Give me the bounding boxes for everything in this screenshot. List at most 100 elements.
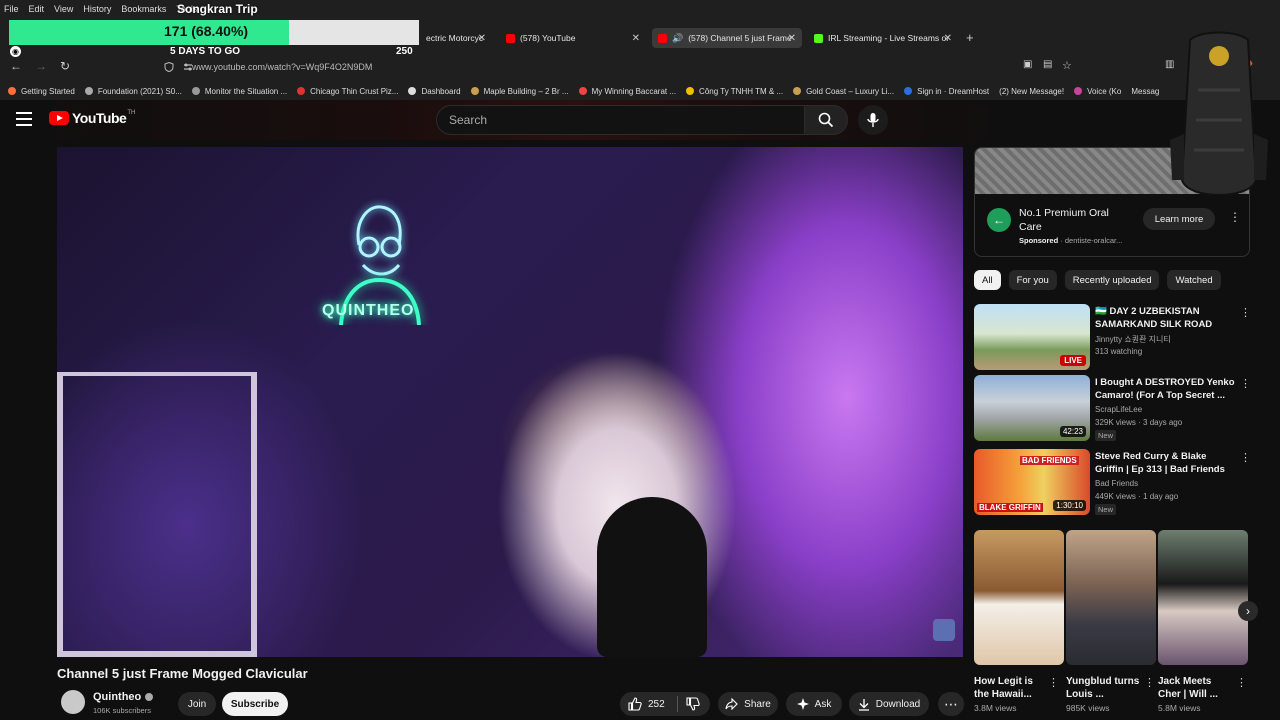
- new-badge: New: [1095, 504, 1117, 515]
- chip-for-you[interactable]: For you: [1008, 270, 1057, 290]
- close-icon[interactable]: ✕: [944, 33, 952, 44]
- kebab-menu-icon[interactable]: ⋮: [1144, 676, 1155, 689]
- tab-current-video[interactable]: 🔊 (578) Channel 5 just Frame ✕: [652, 28, 802, 48]
- youtube-favicon-icon: [506, 33, 515, 43]
- video-duration: 42:23: [1059, 426, 1086, 437]
- site-settings-icon[interactable]: [183, 62, 193, 72]
- picture-in-picture-icon[interactable]: ▣: [1023, 59, 1032, 70]
- reader-view-icon[interactable]: ▤: [1043, 59, 1052, 70]
- chip-recently-uploaded[interactable]: Recently uploaded: [1064, 270, 1160, 290]
- ad-sponsor-line: Sponsored · dentiste-oralcar...: [1019, 236, 1122, 245]
- download-button[interactable]: Download: [849, 692, 929, 716]
- tab-irl-streaming[interactable]: IRL Streaming - Live Streams or ✕: [808, 28, 958, 48]
- channel-name[interactable]: Jinnytty 쇼퀀좐 지니티: [1095, 334, 1171, 345]
- menu-icon[interactable]: [16, 112, 32, 126]
- search-icon: [818, 112, 834, 128]
- more-actions-icon[interactable]: ⋯: [938, 692, 964, 716]
- back-icon[interactable]: ←: [10, 59, 22, 73]
- recommended-video[interactable]: 42:23 I Bought A DESTROYED Yenko Camaro!…: [974, 375, 1251, 441]
- video-thumbnail[interactable]: BAD FRIENDS BLAKE GRIFFIN 1:30:10: [974, 449, 1090, 515]
- bookmark-star-icon[interactable]: ☆: [1062, 59, 1072, 72]
- bookmark-label: Foundation (2021) S0...: [97, 86, 182, 96]
- kick-favicon-icon: [814, 33, 823, 43]
- short-title[interactable]: Jack Meets Cher | Will ...: [1158, 675, 1232, 701]
- recommended-video[interactable]: BAD FRIENDS BLAKE GRIFFIN 1:30:10 Steve …: [974, 449, 1251, 515]
- share-icon: [725, 698, 738, 710]
- youtube-logo[interactable]: YouTube TH: [49, 110, 135, 126]
- chip-all[interactable]: All: [974, 270, 1001, 290]
- bookmark-item[interactable]: Monitor the Situation ...: [191, 83, 287, 99]
- like-count[interactable]: 252: [648, 699, 665, 710]
- thumbs-down-icon[interactable]: [686, 697, 700, 711]
- short-item[interactable]: Jack Meets Cher | Will ... 5.8M views ⋮: [1158, 530, 1248, 713]
- share-button[interactable]: Share: [718, 692, 778, 716]
- voice-search-button[interactable]: [858, 105, 888, 135]
- short-thumbnail[interactable]: [974, 530, 1064, 665]
- bookmark-item[interactable]: Voice (Ko: [1074, 83, 1121, 99]
- short-title[interactable]: How Legit is the Hawaii...: [974, 675, 1048, 701]
- kebab-menu-icon[interactable]: ⋮: [1236, 676, 1247, 689]
- tab-motorcycle[interactable]: ectric Motorcyc ✕: [420, 28, 492, 48]
- search-button[interactable]: [804, 105, 848, 135]
- kebab-menu-icon[interactable]: ⋮: [1240, 306, 1251, 319]
- bookmark-item[interactable]: My Winning Baccarat ...: [578, 83, 676, 99]
- bookmark-item[interactable]: Dashboard: [408, 83, 461, 99]
- join-button[interactable]: Join: [178, 692, 216, 716]
- short-title[interactable]: Yungblud turns Louis ...: [1066, 675, 1140, 701]
- like-divider: [676, 696, 678, 712]
- video-title[interactable]: I Bought A DESTROYED Yenko Camaro! (For …: [1095, 376, 1235, 402]
- bookmark-item[interactable]: Sign in · DreamHost: [904, 83, 989, 99]
- learn-more-button[interactable]: Learn more: [1143, 208, 1215, 230]
- bookmark-item[interactable]: Công Ty TNHH TM & ...: [686, 83, 783, 99]
- bookmark-item[interactable]: Chicago Thin Crust Piz...: [297, 83, 398, 99]
- bookmark-item[interactable]: Gold Coast – Luxury Li...: [793, 83, 894, 99]
- channel-watermark-icon[interactable]: [933, 619, 955, 641]
- search-box: [436, 105, 804, 135]
- close-icon[interactable]: ✕: [632, 33, 640, 44]
- kebab-menu-icon[interactable]: ⋮: [1229, 210, 1241, 224]
- short-thumbnail[interactable]: [1158, 530, 1248, 665]
- ad-title[interactable]: No.1 Premium Oral Care: [1019, 206, 1129, 234]
- channel-name[interactable]: Quintheo: [93, 691, 154, 703]
- thumbs-up-icon[interactable]: [628, 697, 642, 711]
- video-player[interactable]: QUINTHEO: [57, 147, 963, 657]
- neon-sign-text: QUINTHEO: [322, 302, 415, 319]
- bookmark-item[interactable]: Maple Building – 2 Br ...: [470, 83, 569, 99]
- kebab-menu-icon[interactable]: ⋮: [1240, 451, 1251, 464]
- ask-button[interactable]: Ask: [786, 692, 842, 716]
- video-title[interactable]: Steve Red Curry & Blake Griffin | Ep 313…: [1095, 450, 1235, 476]
- new-tab-button[interactable]: +: [966, 30, 974, 45]
- tab-youtube-home[interactable]: (578) YouTube ✕: [500, 28, 646, 48]
- bookmark-item[interactable]: Messag: [1131, 83, 1159, 99]
- short-item[interactable]: How Legit is the Hawaii... 3.8M views ⋮: [974, 530, 1064, 713]
- video-thumbnail[interactable]: LIVE: [974, 304, 1090, 370]
- close-icon[interactable]: ✕: [788, 33, 796, 44]
- channel-name[interactable]: ScrapLifeLee: [1095, 405, 1142, 414]
- recommended-video[interactable]: LIVE 🇺🇿 DAY 2 UZBEKISTAN SAMARKAND SILK …: [974, 304, 1251, 370]
- address-bar[interactable]: www.youtube.com/watch?v=Wq9F4O2N9DM: [158, 57, 1078, 77]
- shield-icon: [164, 62, 174, 72]
- chip-watched[interactable]: Watched: [1167, 270, 1221, 290]
- short-item[interactable]: Yungblud turns Louis ... 985K views ⋮: [1066, 530, 1156, 713]
- kebab-menu-icon[interactable]: ⋮: [1240, 377, 1251, 390]
- channel-avatar[interactable]: [61, 690, 85, 714]
- site-icon: [470, 87, 479, 95]
- kebab-menu-icon[interactable]: ⋮: [1048, 676, 1059, 689]
- chevron-right-icon[interactable]: ›: [1238, 601, 1258, 621]
- video-title[interactable]: 🇺🇿 DAY 2 UZBEKISTAN SAMARKAND SILK ROAD …: [1095, 305, 1235, 332]
- forward-icon[interactable]: →: [35, 59, 47, 73]
- video-thumbnail[interactable]: 42:23: [974, 375, 1090, 441]
- short-views: 985K views: [1066, 703, 1110, 713]
- channel-name[interactable]: Bad Friends: [1095, 479, 1138, 488]
- reload-icon[interactable]: ↻: [60, 59, 70, 73]
- bookmark-item[interactable]: Getting Started: [8, 83, 75, 99]
- filter-chips: All For you Recently uploaded Watched: [974, 270, 1221, 290]
- shorts-shelf: How Legit is the Hawaii... 3.8M views ⋮ …: [974, 530, 1250, 720]
- bookmarks-bar: Getting Started Foundation (2021) S0... …: [0, 83, 1280, 99]
- close-icon[interactable]: ✕: [478, 33, 486, 44]
- bookmark-item[interactable]: (2) New Message!: [999, 83, 1064, 99]
- short-thumbnail[interactable]: [1066, 530, 1156, 665]
- search-input[interactable]: [437, 106, 804, 134]
- subscribe-button[interactable]: Subscribe: [222, 692, 288, 716]
- bookmark-item[interactable]: Foundation (2021) S0...: [84, 83, 182, 99]
